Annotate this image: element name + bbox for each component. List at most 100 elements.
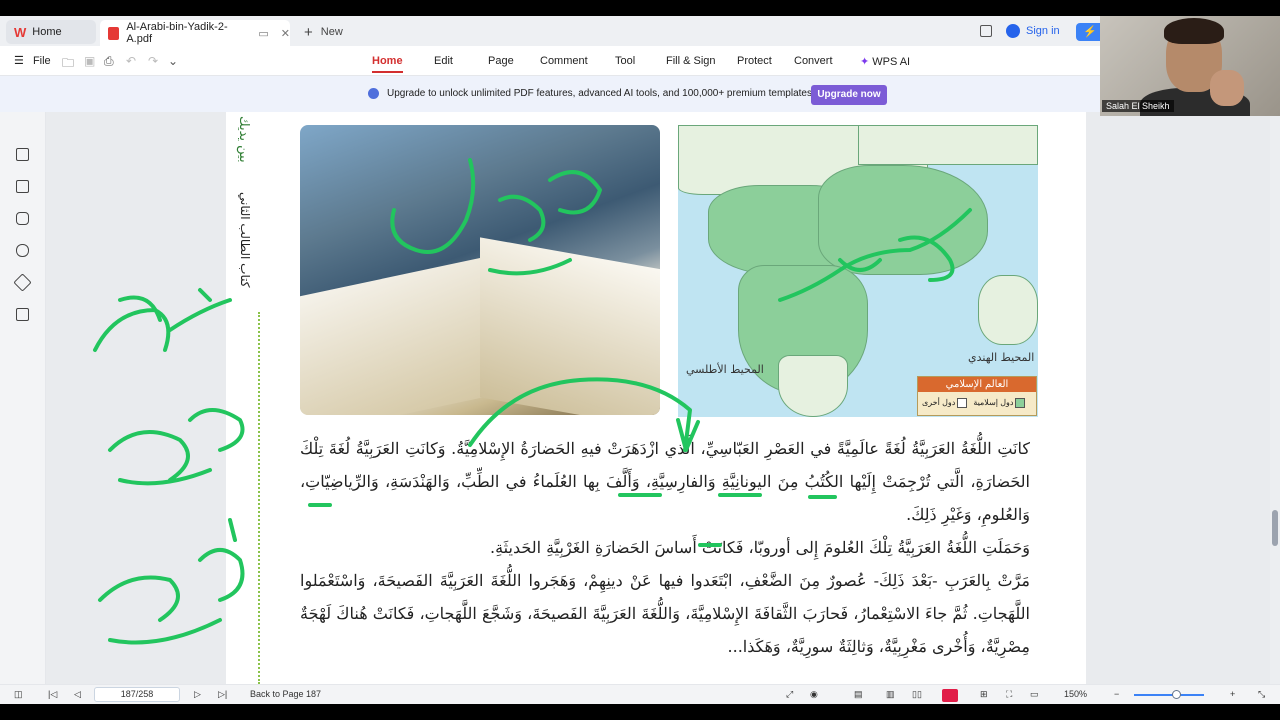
tab-close-icon[interactable]: ✕ (281, 27, 290, 40)
last-page-icon[interactable]: ▷| (218, 689, 227, 700)
sparkle-icon: ✦ (860, 56, 870, 68)
bookmark-view-icon[interactable]: ▭ (1030, 689, 1039, 700)
read-mode-icon[interactable]: ◉ (810, 689, 818, 700)
paragraph-2: وَحَمَلَتِ اللُّغَةُ العَرَبِيَّةُ تِلْك… (490, 538, 1030, 557)
document-viewer[interactable]: بين يديك كتاب الطالب الثاني المحيط الأطل… (46, 112, 1270, 684)
atlantic-ocean-label: المحيط الأطلسي (686, 363, 764, 376)
tab-document-label: Al-Arabi-bin-Yadik-2-A.pdf (126, 21, 228, 45)
menu-edit[interactable]: Edit (434, 55, 453, 67)
upgrade-banner: Upgrade to unlock unlimited PDF features… (0, 76, 1280, 112)
map-asia-north (858, 125, 1038, 165)
tab-bar: W Home Al-Arabi-bin-Yadik-2-A.pdf ▭ ✕ + … (0, 16, 1280, 46)
map-south-africa (778, 355, 848, 417)
left-sidebar (0, 112, 46, 684)
presenter-hand (1210, 70, 1244, 106)
chevron-down-icon[interactable]: ⌄ (168, 54, 178, 68)
map-middle-east (818, 165, 988, 275)
hamburger-icon: ☰ (14, 55, 24, 67)
single-page-icon[interactable]: ▤ (854, 689, 863, 700)
upgrade-now-button[interactable]: Upgrade now (811, 85, 887, 105)
file-menu[interactable]: ☰ File (14, 54, 51, 67)
banner-message: Upgrade to unlock unlimited PDF features… (368, 88, 815, 99)
attachment-icon[interactable] (16, 244, 29, 257)
banner-text: Upgrade to unlock unlimited PDF features… (387, 88, 815, 99)
fit-width-icon[interactable]: ⤡ (1258, 689, 1265, 700)
spine-title: بين يديك (236, 116, 251, 163)
print-icon[interactable]: ⎙ (104, 54, 114, 69)
scrollbar-thumb[interactable] (1272, 510, 1278, 546)
status-bar: ◫ |◁ ◁ 187/258 ▷ ▷| Back to Page 187 ⤢ ◉… (0, 684, 1280, 704)
continuous-icon[interactable]: ▥ (886, 689, 895, 700)
menu-wps-ai-label: WPS AI (872, 56, 911, 68)
fit-page-icon[interactable]: ⤢ (786, 689, 793, 700)
signin-button[interactable]: Sign in (1006, 24, 1060, 38)
legend-islamic: دول إسلامية (973, 398, 1026, 408)
menu-bar: ☰ File 🗀 ▣ ⎙ ↶ ↷ ⌄ Home Edit Page Commen… (0, 46, 1280, 76)
signature-icon[interactable] (13, 273, 32, 292)
tab-home-label: Home (32, 26, 62, 38)
first-page-icon[interactable]: |◁ (48, 689, 57, 700)
zoom-out-icon[interactable]: − (1114, 689, 1119, 699)
tab-document[interactable]: Al-Arabi-bin-Yadik-2-A.pdf ▭ ✕ (100, 20, 290, 46)
layers-icon[interactable] (16, 308, 29, 321)
menu-protect[interactable]: Protect (737, 55, 772, 67)
pdf-page: بين يديك كتاب الطالب الثاني المحيط الأطل… (226, 112, 1086, 684)
open-book-photo (300, 125, 660, 415)
presenter-hair (1164, 18, 1224, 44)
menu-wps-ai[interactable]: ✦ WPS AI (860, 55, 910, 68)
book-right-page (480, 237, 660, 415)
undo-icon[interactable]: ↶ (126, 54, 136, 68)
sidebar-toggle-icon[interactable]: ◫ (14, 689, 23, 700)
paragraph-1: كانَتِ اللُّغَةُ العَرَبِيَّةُ لُغَةً عا… (300, 439, 1030, 524)
paragraph-3: مَرَّتْ بِالعَرَبِ -بَعْدَ ذَلِكَ- عُصور… (300, 571, 1030, 656)
indian-ocean-label: المحيط الهندي (968, 351, 1035, 364)
tab-pin-icon[interactable]: ▭ (258, 27, 268, 40)
book-left-page (300, 253, 500, 415)
legend-title: العالم الإسلامي (918, 377, 1036, 392)
file-menu-label: File (32, 55, 51, 67)
zoom-slider[interactable] (1134, 694, 1204, 696)
next-page-icon[interactable]: ▷ (194, 689, 201, 700)
comment-icon[interactable] (16, 212, 29, 225)
legend-other: دول أخرى (922, 398, 968, 408)
tab-home[interactable]: W Home (6, 20, 96, 44)
back-to-page-link[interactable]: Back to Page 187 (250, 689, 321, 699)
legend-items: دول إسلامية دول أخرى (922, 398, 1026, 408)
wps-logo-icon: W (14, 24, 27, 40)
prev-page-icon[interactable]: ◁ (74, 689, 81, 700)
open-folder-icon[interactable]: 🗀 (62, 54, 74, 75)
spine-divider (258, 312, 260, 684)
redo-icon[interactable]: ↷ (148, 54, 158, 68)
webcam-overlay: Salah El Sheikh (1100, 16, 1280, 116)
new-tab-button[interactable]: + New (300, 20, 360, 44)
save-icon[interactable]: ▣ (84, 54, 95, 68)
vertical-scrollbar[interactable] (1270, 112, 1280, 684)
presenter-name: Salah El Sheikh (1102, 100, 1174, 112)
spine-subtitle: كتاب الطالب الثاني (238, 192, 252, 288)
two-page-icon[interactable]: ▯▯ (912, 689, 922, 700)
map-legend: العالم الإسلامي دول إسلامية دول أخرى (917, 376, 1037, 416)
page-number-input[interactable]: 187/258 (94, 687, 180, 702)
plus-icon: + (304, 23, 313, 41)
info-icon (368, 88, 379, 99)
bookmark-icon[interactable] (16, 148, 29, 161)
thumbnail-icon[interactable] (16, 180, 29, 193)
grid-view-icon[interactable]: ⊞ (980, 689, 988, 700)
zoom-level[interactable]: 150% (1064, 689, 1087, 699)
play-slideshow-icon[interactable] (942, 689, 958, 702)
arabic-body-text: كانَتِ اللُّغَةُ العَرَبِيَّةُ لُغَةً عا… (300, 432, 1030, 663)
menu-home[interactable]: Home (372, 55, 403, 73)
window-restore-icon[interactable] (980, 25, 992, 37)
menu-comment[interactable]: Comment (540, 55, 588, 67)
menu-page[interactable]: Page (488, 55, 514, 67)
user-icon (1006, 24, 1020, 38)
zoom-in-icon[interactable]: + (1230, 689, 1235, 699)
menu-tool[interactable]: Tool (615, 55, 635, 67)
pdf-icon (108, 26, 120, 40)
signin-label: Sign in (1026, 25, 1060, 37)
fullscreen-icon[interactable]: ⛶ (1006, 689, 1012, 700)
menu-fill-sign[interactable]: Fill & Sign (666, 55, 716, 67)
zoom-slider-knob[interactable] (1172, 690, 1181, 699)
menu-convert[interactable]: Convert (794, 55, 833, 67)
wps-pdf-window: W Home Al-Arabi-bin-Yadik-2-A.pdf ▭ ✕ + … (0, 16, 1280, 704)
